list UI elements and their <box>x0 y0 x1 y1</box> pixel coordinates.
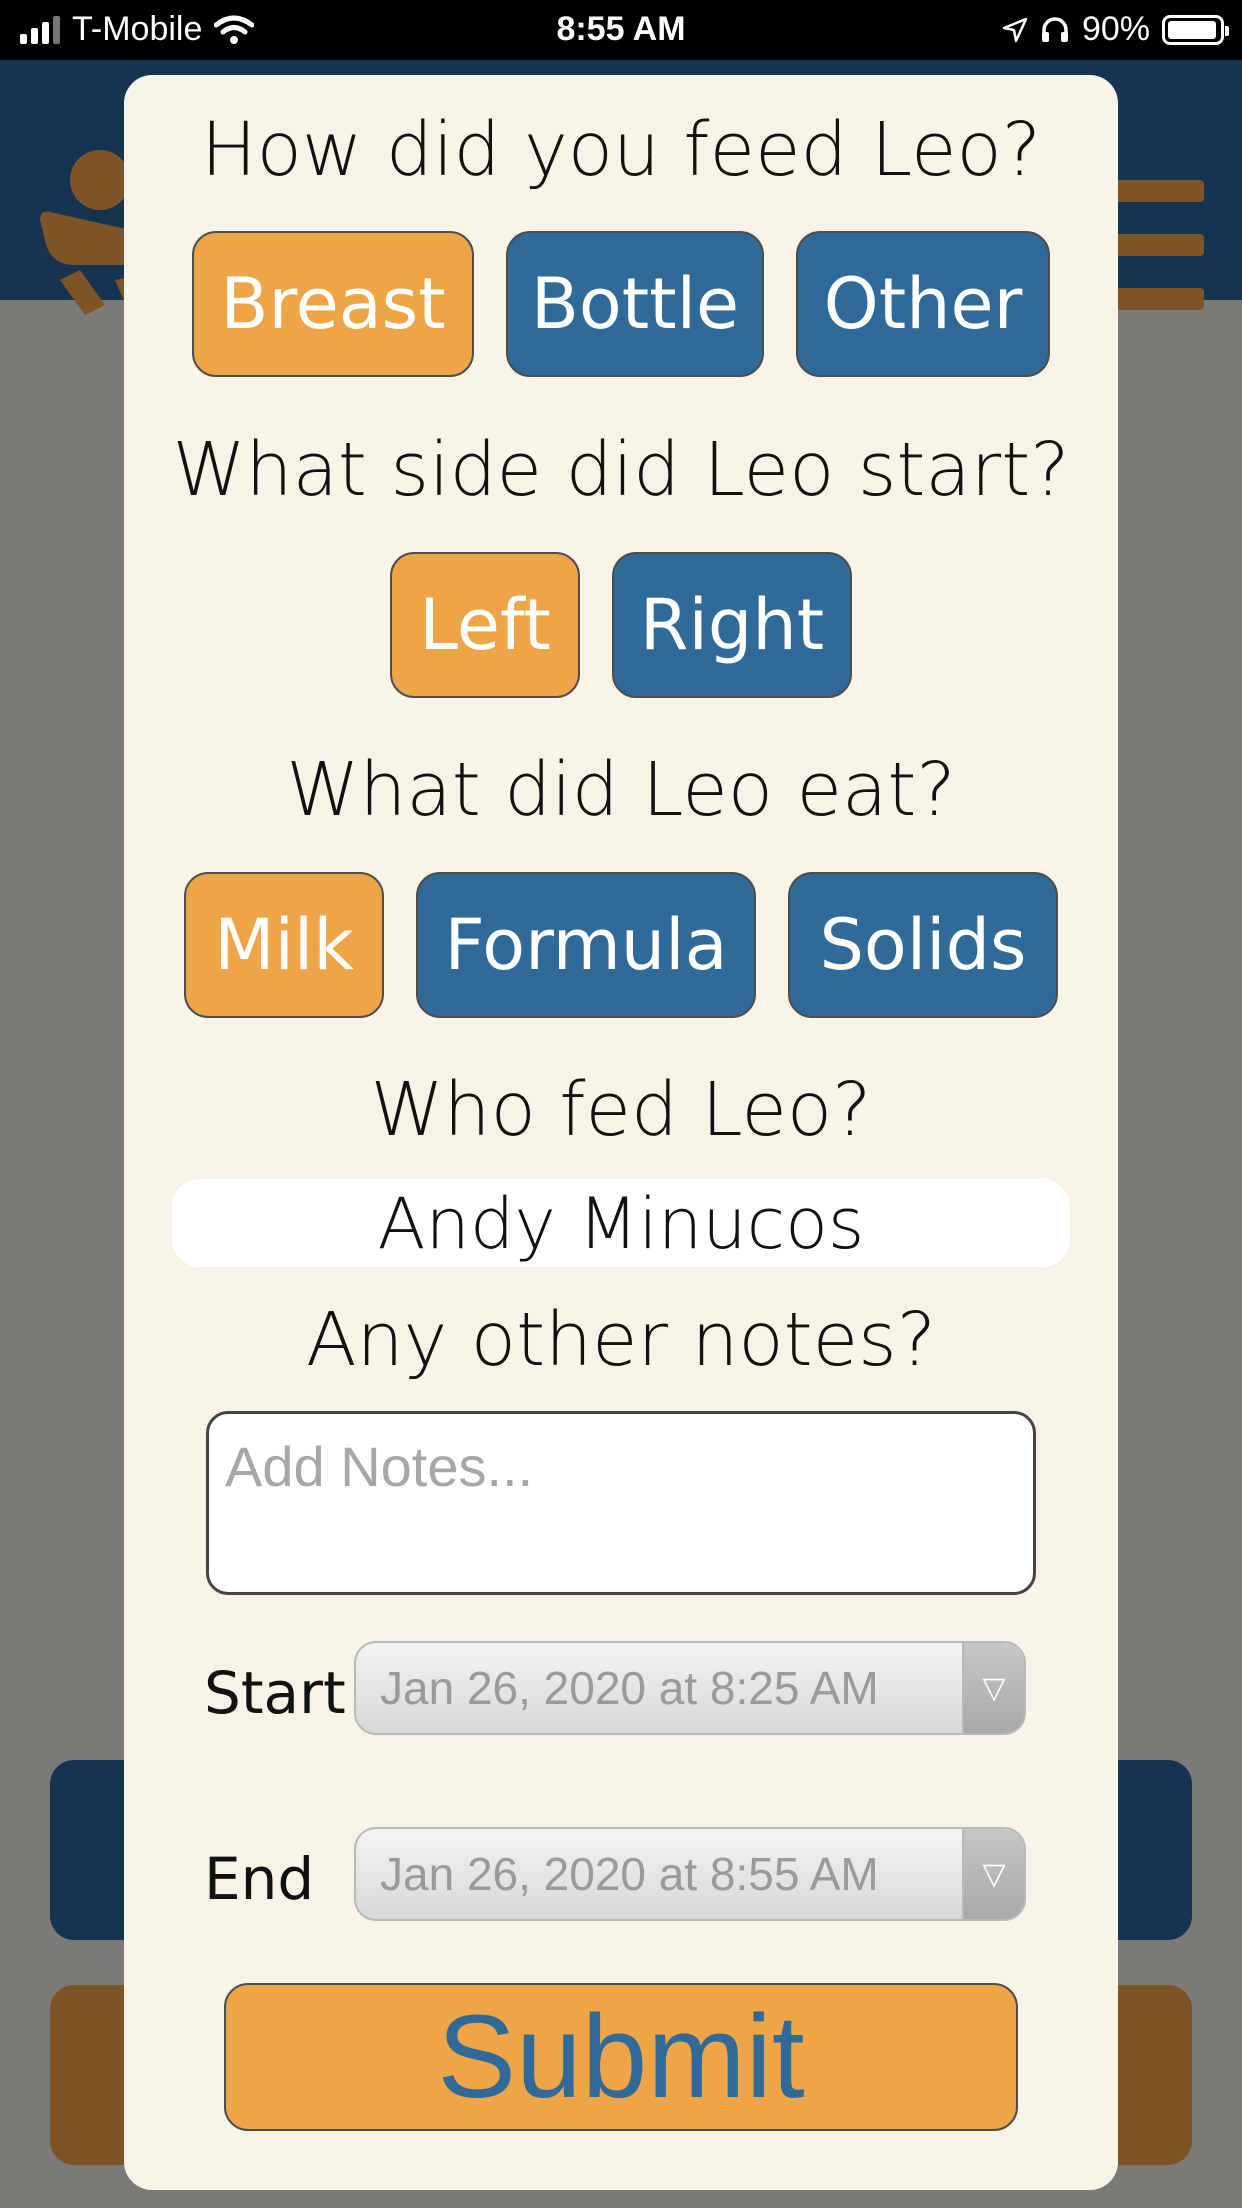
chevron-down-icon: ▽ <box>962 1643 1024 1733</box>
notes-textarea[interactable] <box>206 1411 1036 1595</box>
feeding-form-modal: How did you feed Leo? Breast Bottle Othe… <box>124 75 1118 2190</box>
food-option-milk[interactable]: Milk <box>184 872 384 1018</box>
fed-by-field[interactable]: Andy Minucos <box>172 1179 1070 1267</box>
end-label: End <box>204 1845 315 1913</box>
fed-by-question: Who fed Leo? <box>370 1067 872 1153</box>
start-side-question: What side did Leo start? <box>172 427 1070 513</box>
start-side-options: Left Right <box>124 552 1118 698</box>
food-option-solids[interactable]: Solids <box>788 872 1058 1018</box>
submit-button[interactable]: Submit <box>224 1983 1018 2131</box>
hamburger-menu-icon[interactable] <box>1104 180 1204 342</box>
feed-option-other[interactable]: Other <box>796 231 1050 377</box>
food-option-formula[interactable]: Formula <box>416 872 756 1018</box>
chevron-down-icon: ▽ <box>962 1829 1024 1919</box>
start-label: Start <box>204 1659 346 1727</box>
battery-icon <box>1162 14 1229 45</box>
end-datetime-picker[interactable]: Jan 26, 2020 at 8:55 AM ▽ <box>354 1827 1026 1921</box>
feed-option-bottle[interactable]: Bottle <box>506 231 764 377</box>
food-type-question: What did Leo eat? <box>286 747 956 833</box>
feed-option-breast[interactable]: Breast <box>192 231 474 377</box>
feed-method-options: Breast Bottle Other <box>124 231 1118 377</box>
battery-percent: 90% <box>1081 10 1150 48</box>
headphones-icon <box>1041 16 1068 42</box>
notes-question: Any other notes? <box>305 1297 937 1383</box>
feed-method-question: How did you feed Leo? <box>200 107 1042 193</box>
end-datetime-value: Jan 26, 2020 at 8:55 AM <box>380 1848 879 1900</box>
side-option-left[interactable]: Left <box>390 552 580 698</box>
status-right: 90% <box>1002 10 1229 49</box>
food-type-options: Milk Formula Solids <box>124 872 1118 1018</box>
start-datetime-picker[interactable]: Jan 26, 2020 at 8:25 AM ▽ <box>354 1641 1026 1735</box>
start-datetime-value: Jan 26, 2020 at 8:25 AM <box>380 1662 879 1714</box>
location-arrow-icon <box>1002 17 1028 42</box>
status-bar: T-Mobile 8:55 AM 90% <box>0 0 1242 60</box>
side-option-right[interactable]: Right <box>612 552 852 698</box>
